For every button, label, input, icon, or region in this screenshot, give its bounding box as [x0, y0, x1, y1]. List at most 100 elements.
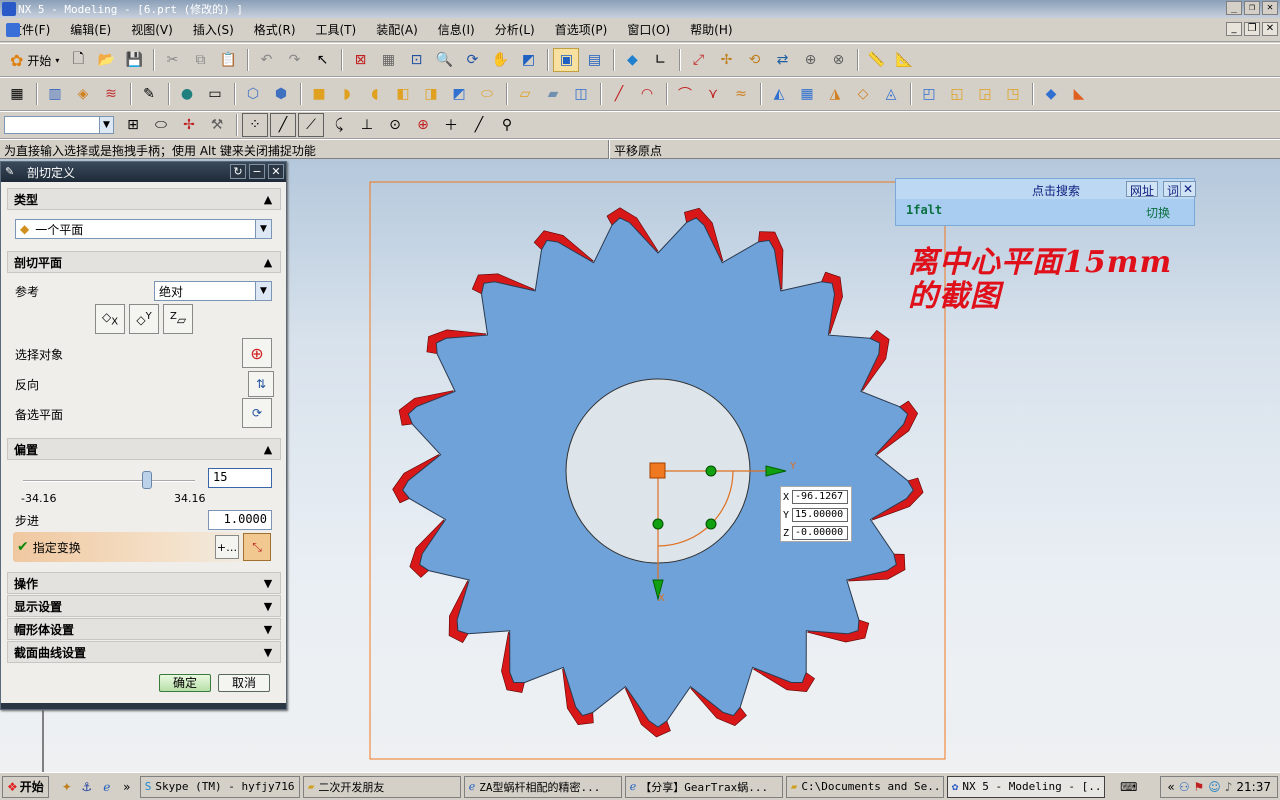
bounded-plane-icon[interactable]: ◇ — [850, 82, 876, 106]
task-nx[interactable]: ✿ NX 5 - Modeling - [... — [946, 775, 1105, 798]
section-cap-header[interactable]: 帽形体设置 ▼ — [7, 618, 281, 640]
face-icon[interactable]: ◳ — [1000, 82, 1026, 106]
task-skype[interactable]: S Skype (TM) - hyfjy716 — [139, 775, 300, 798]
zoom-icon[interactable]: 🔍 — [431, 48, 457, 72]
snap-control-icon[interactable]: ⟋ — [298, 113, 324, 137]
x-rotate-handle[interactable] — [652, 518, 664, 530]
cancel-button[interactable]: 取消 — [218, 674, 270, 692]
trimmed-sheet-icon[interactable]: ◬ — [878, 82, 904, 106]
menu-view[interactable]: 视图(V) — [121, 21, 183, 38]
task-browser-1[interactable]: ℯ ZA型蜗杆相配的精密... — [463, 775, 622, 798]
task-browser-2[interactable]: ℯ 【分享】GearTrax蜗... — [624, 775, 783, 798]
block-icon[interactable]: ■ — [306, 82, 332, 106]
snap-point-icon[interactable]: ＋ — [438, 113, 464, 137]
type-select[interactable]: ◆ 一个平面 ▼ — [15, 219, 272, 239]
snap-arc-center-icon[interactable]: ⊙ — [382, 113, 408, 137]
select-filter-icon[interactable]: ⊞ — [120, 113, 146, 137]
revolve-icon[interactable]: ⬢ — [268, 82, 294, 106]
quicklaunch-ie-icon[interactable]: ℯ — [97, 777, 117, 797]
step-input[interactable]: 1.0000 — [208, 510, 272, 530]
copy-icon[interactable]: ⧉ — [187, 48, 213, 72]
undo-icon[interactable]: ↶ — [253, 48, 279, 72]
patch-icon[interactable]: ◲ — [972, 82, 998, 106]
section-view-icon[interactable]: ▣ — [553, 48, 580, 72]
sew-icon[interactable]: ◰ — [916, 82, 942, 106]
wcs-save-icon[interactable]: ⊗ — [825, 48, 851, 72]
select-tool-icon[interactable]: ⚒ — [204, 113, 230, 137]
csys-dialog-button[interactable]: +… — [215, 535, 239, 559]
menu-insert[interactable]: 插入(S) — [183, 21, 244, 38]
snap-quadrant-icon[interactable]: ⊕ — [410, 113, 436, 137]
perspective-icon[interactable]: ◩ — [515, 48, 541, 72]
quicklaunch-icon-2[interactable]: ⚓ — [77, 777, 97, 797]
start-button[interactable]: ✿ 开始 ▾ — [4, 48, 65, 72]
wcs-icon[interactable]: ⤢ — [685, 48, 711, 72]
menu-assembly[interactable]: 装配(A) — [366, 21, 428, 38]
tray-network-icon[interactable]: ⚇ — [1179, 780, 1190, 794]
plane-x-button[interactable]: ◇X — [95, 304, 125, 334]
section-curves-header[interactable]: 截面曲线设置 ▼ — [7, 641, 281, 663]
section-edit-icon[interactable]: ▤ — [581, 48, 607, 72]
menu-format[interactable]: 格式(R) — [244, 21, 306, 38]
alternate-plane-button[interactable]: ⟳ — [242, 398, 272, 428]
thicken-icon[interactable]: ◱ — [944, 82, 970, 106]
fit-icon[interactable]: ⊠ — [347, 48, 373, 72]
tray-security-icon[interactable]: ⚑ — [1193, 780, 1204, 794]
tray-messenger-icon[interactable]: ☺ — [1208, 780, 1221, 794]
curve-icon[interactable]: ≋ — [98, 82, 124, 106]
snap-center-icon[interactable]: ⊥ — [354, 113, 380, 137]
new-file-icon[interactable]: 🗋 — [65, 48, 91, 72]
type-filter-combo[interactable]: ▼ — [4, 116, 114, 134]
chamfer-icon[interactable]: ◖ — [362, 82, 388, 106]
pattern-icon[interactable]: ◫ — [568, 82, 594, 106]
pan-icon[interactable]: ✋ — [487, 48, 513, 72]
section-display-header[interactable]: 显示设置 ▼ — [7, 595, 281, 617]
doc-close-button[interactable]: ✕ — [1262, 22, 1278, 36]
blend-icon[interactable]: ◗ — [334, 82, 360, 106]
search-web-button[interactable]: 网址 — [1126, 181, 1159, 198]
line-icon[interactable]: ╱ — [606, 82, 632, 106]
zoom-region-icon[interactable]: ▦ — [375, 48, 401, 72]
quicklaunch-icon-1[interactable]: ✦ — [57, 777, 77, 797]
orient-view-icon[interactable]: ∟ — [647, 48, 673, 72]
snap-on-face-icon[interactable]: ⚲ — [494, 113, 520, 137]
menu-edit[interactable]: 编辑(E) — [60, 21, 121, 38]
datum-icon[interactable]: ◈ — [70, 82, 96, 106]
swept-surface-icon[interactable]: ◮ — [822, 82, 848, 106]
section-type-header[interactable]: 类型 ▲ — [7, 188, 281, 210]
open-folder-icon[interactable]: 📂 — [93, 48, 119, 72]
close-window-button[interactable]: ✕ — [1262, 1, 1278, 15]
menu-window[interactable]: 窗口(O) — [617, 21, 680, 38]
menu-analysis[interactable]: 分析(L) — [485, 21, 545, 38]
boss-icon[interactable]: ◩ — [446, 82, 472, 106]
task-explorer[interactable]: ▰ C:\Documents and Se... — [785, 775, 944, 798]
taskbar-start-button[interactable]: ❖ 开始 — [2, 775, 49, 798]
offset-slider-thumb[interactable] — [141, 471, 152, 489]
minimize-button[interactable]: _ — [1226, 1, 1242, 15]
selection-filter-icon[interactable]: ↖ — [309, 48, 335, 72]
snap-intersection-icon[interactable]: ⤹ — [326, 113, 352, 137]
reference-select[interactable]: 绝对 ▼ — [154, 281, 272, 301]
keyboard-icon[interactable]: ⌨ — [1119, 777, 1139, 797]
doc-minimize-button[interactable]: _ — [1226, 22, 1242, 36]
offset-slider-track[interactable] — [23, 480, 195, 482]
coord-z-input[interactable]: -0.00000 — [792, 526, 849, 540]
sweep-icon[interactable]: ≈ — [728, 82, 754, 106]
split-body-icon[interactable]: ▰ — [540, 82, 566, 106]
menu-tools[interactable]: 工具(T) — [306, 21, 367, 38]
quicklaunch-more-icon[interactable]: » — [117, 777, 137, 797]
rotate-icon[interactable]: ⟳ — [459, 48, 485, 72]
menu-preferences[interactable]: 首选项(P) — [545, 21, 618, 38]
coord-y-input[interactable]: 15.00000 — [792, 508, 849, 522]
arc-icon[interactable]: ◠ — [634, 82, 660, 106]
sketch-icon[interactable]: ▥ — [42, 82, 68, 106]
part-navigator-icon[interactable]: ▦ — [4, 82, 30, 106]
mesh-surface-icon[interactable]: ▦ — [794, 82, 820, 106]
ok-button[interactable]: 确定 — [159, 674, 211, 692]
search-switch-link[interactable]: 切换 — [1146, 204, 1170, 221]
measure-angle-icon[interactable]: 📐 — [891, 48, 917, 72]
render-style-icon[interactable]: ◆ — [619, 48, 645, 72]
xy-rotate-handle[interactable] — [705, 518, 717, 530]
snap-on-curve-icon[interactable]: ╱ — [466, 113, 492, 137]
section-operation-header[interactable]: 操作 ▼ — [7, 572, 281, 594]
